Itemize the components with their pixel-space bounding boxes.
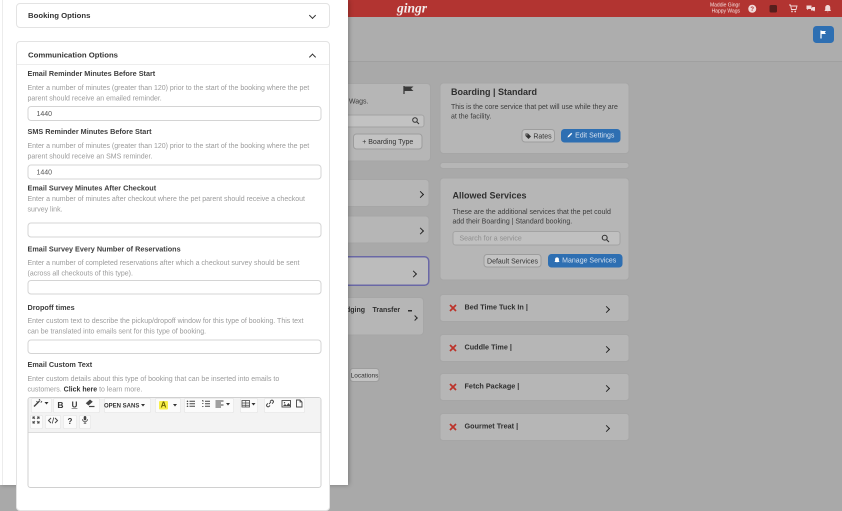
svg-text:?: ? bbox=[750, 7, 754, 13]
